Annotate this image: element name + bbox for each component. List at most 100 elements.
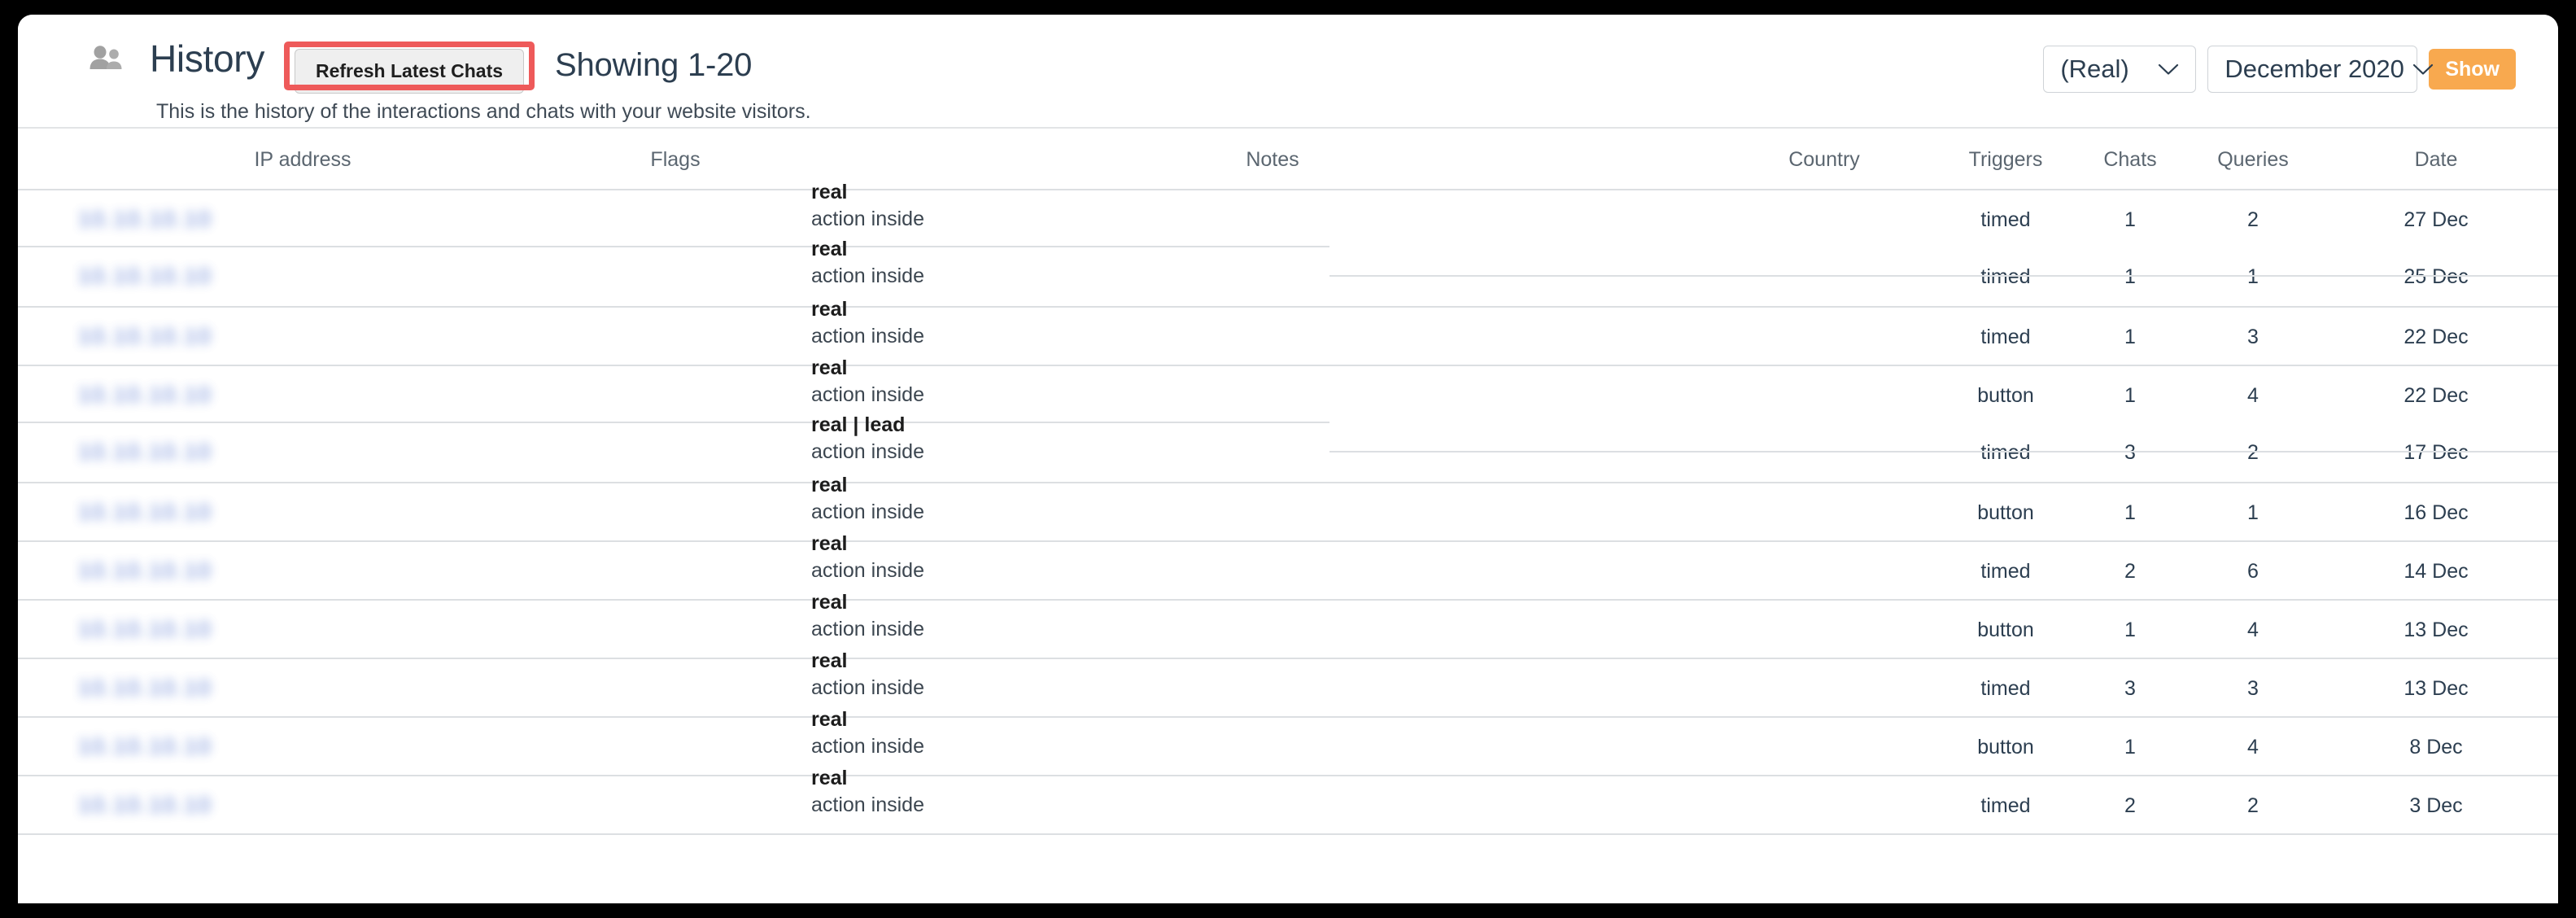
queries-cell: 4: [2247, 736, 2259, 758]
chevron-down-icon: [2159, 63, 2179, 75]
table-row[interactable]: 10.10.10.10 real action inside timed 1 2 27 De…: [18, 181, 2558, 247]
table-row[interactable]: 10.10.10.10 real action inside timed 2 2 3 Dec: [18, 767, 2558, 833]
month-select-value: December 2020: [2225, 55, 2404, 83]
table-row[interactable]: 10.10.10.10 real action inside button 1 4 8 De…: [18, 708, 2558, 775]
flags-cell: real action inside: [811, 236, 924, 290]
refresh-latest-chats-button[interactable]: Refresh Latest Chats: [295, 49, 524, 94]
column-header-ip: IP address: [254, 148, 351, 171]
page-header: History Refresh Latest Chats Showing 1-2…: [18, 15, 2558, 129]
chats-cell: 1: [2124, 384, 2136, 407]
triggers-cell: timed: [1980, 560, 2031, 583]
chats-cell: 1: [2124, 619, 2136, 641]
ip-address-value[interactable]: 10.10.10.10: [78, 734, 212, 759]
flag-primary: real: [811, 767, 848, 789]
chats-cell: 2: [2124, 794, 2136, 817]
queries-cell: 1: [2247, 501, 2259, 524]
ip-address-value[interactable]: 10.10.10.10: [78, 558, 212, 584]
triggers-cell: timed: [1980, 208, 2031, 231]
triggers-cell: timed: [1980, 326, 2031, 348]
month-select[interactable]: December 2020: [2207, 46, 2434, 93]
table-row[interactable]: 10.10.10.10 real action inside button 1 4 22 D…: [18, 356, 2558, 423]
date-cell: 3 Dec: [2409, 794, 2463, 817]
flags-cell: real action inside: [811, 531, 924, 584]
chats-cell: 1: [2124, 736, 2136, 758]
flag-primary: real: [811, 298, 848, 321]
column-header-chats: Chats: [2103, 148, 2157, 171]
column-header-country: Country: [1788, 148, 1860, 171]
column-header-triggers: Triggers: [1968, 148, 2043, 171]
flag-primary: real: [811, 238, 848, 260]
flags-cell: real action inside: [811, 472, 924, 526]
queries-cell: 6: [2247, 560, 2259, 583]
type-select[interactable]: (Real): [2043, 46, 2197, 93]
flag-primary: real: [811, 532, 848, 555]
date-cell: 17 Dec: [2404, 441, 2469, 464]
ip-address-value[interactable]: 10.10.10.10: [78, 207, 212, 232]
type-select-value: (Real): [2060, 55, 2129, 83]
triggers-cell: timed: [1980, 794, 2031, 817]
chats-cell: 1: [2124, 326, 2136, 348]
flag-primary: real: [811, 708, 848, 731]
history-table: IP address Flags Notes Country Triggers …: [18, 129, 2558, 835]
table-body: 10.10.10.10 real action inside timed 1 2 27 De…: [18, 181, 2558, 833]
page-subtitle: This is the history of the interactions …: [156, 100, 811, 123]
title-row: History: [88, 36, 264, 81]
table-bottom-divider: [18, 833, 2558, 835]
ip-address-value[interactable]: 10.10.10.10: [78, 439, 212, 465]
ip-address-value[interactable]: 10.10.10.10: [78, 382, 212, 408]
flags-cell: real action inside: [811, 355, 924, 409]
queries-cell: 3: [2247, 326, 2259, 348]
triggers-cell: button: [1977, 736, 2034, 758]
date-cell: 8 Dec: [2409, 736, 2463, 758]
flag-secondary: action inside: [811, 383, 924, 406]
ip-address-value[interactable]: 10.10.10.10: [78, 617, 212, 642]
flag-secondary: action inside: [811, 325, 924, 348]
table-row[interactable]: 10.10.10.10 real action inside timed 1 3 22 De…: [18, 298, 2558, 365]
chats-cell: 3: [2124, 677, 2136, 700]
chats-cell: 2: [2124, 560, 2136, 583]
column-header-notes: Notes: [1246, 148, 1299, 171]
flag-primary: real: [811, 591, 848, 614]
page-title: History: [150, 37, 265, 80]
flag-primary: real | lead: [811, 413, 906, 436]
date-cell: 13 Dec: [2404, 619, 2469, 641]
flags-cell: real | lead action inside: [811, 412, 924, 466]
date-cell: 25 Dec: [2404, 265, 2469, 288]
flag-secondary: action inside: [811, 208, 924, 230]
flag-primary: real: [811, 649, 848, 672]
ip-address-value[interactable]: 10.10.10.10: [78, 793, 212, 818]
queries-cell: 3: [2247, 677, 2259, 700]
flag-primary: real: [811, 181, 848, 203]
table-row[interactable]: 10.10.10.10 real action inside button 1 1 16 D…: [18, 474, 2558, 540]
triggers-cell: button: [1977, 501, 2034, 524]
triggers-cell: button: [1977, 619, 2034, 641]
flag-secondary: action inside: [811, 735, 924, 758]
ip-address-value[interactable]: 10.10.10.10: [78, 500, 212, 525]
ip-address-value[interactable]: 10.10.10.10: [78, 675, 212, 701]
date-cell: 16 Dec: [2404, 501, 2469, 524]
flags-cell: real action inside: [811, 296, 924, 350]
flag-secondary: action inside: [811, 618, 924, 640]
flag-secondary: action inside: [811, 440, 924, 463]
show-button[interactable]: Show: [2429, 49, 2516, 90]
queries-cell: 4: [2247, 384, 2259, 407]
chats-cell: 1: [2124, 501, 2136, 524]
ip-address-value[interactable]: 10.10.10.10: [78, 324, 212, 349]
ip-address-value[interactable]: 10.10.10.10: [78, 264, 212, 289]
table-row[interactable]: 10.10.10.10 real action inside button 1 4 13 D…: [18, 591, 2558, 658]
flags-cell: real action inside: [811, 589, 924, 643]
table-row[interactable]: 10.10.10.10 real | lead action inside timed…: [18, 413, 2558, 482]
flags-cell: real action inside: [811, 706, 924, 760]
table-row[interactable]: 10.10.10.10 real action inside timed 2 6 14 De…: [18, 532, 2558, 599]
triggers-cell: timed: [1980, 265, 2031, 288]
queries-cell: 2: [2247, 441, 2259, 464]
header-controls: (Real) December 2020 Show: [2043, 46, 2516, 93]
table-row[interactable]: 10.10.10.10 real action inside timed 3 3 13 De…: [18, 649, 2558, 716]
date-cell: 14 Dec: [2404, 560, 2469, 583]
queries-cell: 2: [2247, 794, 2259, 817]
flags-cell: real action inside: [811, 765, 924, 819]
flag-secondary: action inside: [811, 501, 924, 523]
people-icon: [90, 46, 122, 69]
flag-secondary: action inside: [811, 264, 924, 287]
table-row[interactable]: 10.10.10.10 real action inside timed 1 1 25 De…: [18, 238, 2558, 306]
